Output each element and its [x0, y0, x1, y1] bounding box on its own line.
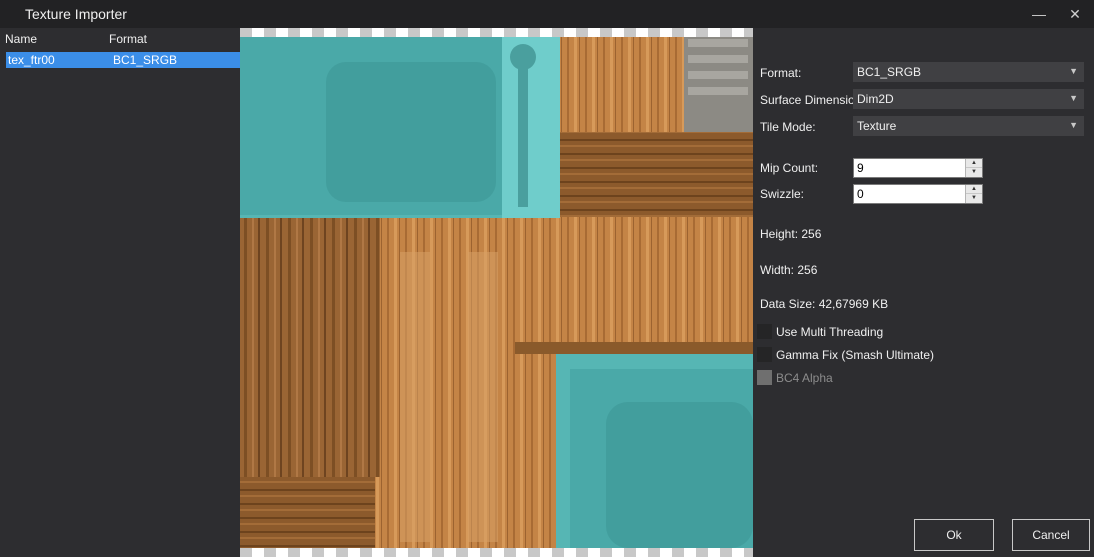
spin-down-icon[interactable]: ▼: [966, 194, 982, 203]
close-icon: ✕: [1069, 5, 1081, 22]
tile-mode-dropdown[interactable]: Texture ▼: [853, 116, 1084, 136]
swizzle-stepper[interactable]: 0 ▲ ▼: [853, 184, 983, 204]
spin-down-icon[interactable]: ▼: [966, 168, 982, 177]
mip-count-value: 9: [857, 161, 864, 175]
multi-threading-label[interactable]: Use Multi Threading: [776, 325, 883, 339]
swizzle-value: 0: [857, 187, 864, 201]
gamma-fix-checkbox[interactable]: [757, 347, 772, 362]
chevron-down-icon: ▼: [1069, 66, 1078, 76]
chevron-down-icon: ▼: [1069, 93, 1078, 103]
texture-preview: [240, 28, 753, 557]
spin-up-icon[interactable]: ▲: [966, 185, 982, 194]
mip-count-stepper[interactable]: 9 ▲ ▼: [853, 158, 983, 178]
window-title: Texture Importer: [25, 6, 127, 22]
surface-dimension-value: Dim2D: [857, 92, 894, 106]
title-bar: Texture Importer — ✕: [0, 0, 1094, 28]
minimize-button[interactable]: —: [1029, 4, 1049, 24]
bc4-alpha-label: BC4 Alpha: [776, 371, 833, 385]
checker-border-top: [240, 28, 753, 37]
ok-button[interactable]: Ok: [914, 519, 994, 551]
minimize-icon: —: [1032, 6, 1046, 22]
chevron-down-icon: ▼: [1069, 120, 1078, 130]
texture-list: Name Format tex_ftr00 BC1_SRGB: [0, 28, 240, 557]
multi-threading-checkbox[interactable]: [757, 324, 772, 339]
width-text: Width: 256: [760, 263, 818, 277]
format-value: BC1_SRGB: [857, 65, 922, 79]
height-text: Height: 256: [760, 227, 822, 241]
spin-up-icon[interactable]: ▲: [966, 159, 982, 168]
settings-panel: Format: BC1_SRGB ▼ Surface Dimension: Di…: [753, 28, 1094, 557]
tile-mode-label: Tile Mode:: [760, 120, 816, 134]
swizzle-spin-buttons: ▲ ▼: [965, 185, 982, 203]
texture-image: [240, 37, 753, 548]
list-item-format: BC1_SRGB: [113, 53, 178, 67]
mip-count-label: Mip Count:: [760, 161, 819, 175]
format-dropdown[interactable]: BC1_SRGB ▼: [853, 62, 1084, 82]
checker-border-bottom: [240, 548, 753, 557]
data-size-text: Data Size: 42,67969 KB: [760, 297, 889, 311]
tile-mode-value: Texture: [857, 119, 897, 133]
column-header-name[interactable]: Name: [5, 32, 37, 46]
surface-dimension-dropdown[interactable]: Dim2D ▼: [853, 89, 1084, 109]
mip-count-spin-buttons: ▲ ▼: [965, 159, 982, 177]
cancel-button[interactable]: Cancel: [1012, 519, 1090, 551]
swizzle-label: Swizzle:: [760, 187, 805, 201]
list-item-name: tex_ftr00: [8, 53, 55, 67]
list-item[interactable]: tex_ftr00 BC1_SRGB: [6, 52, 240, 68]
column-header-format[interactable]: Format: [109, 32, 147, 46]
surface-dimension-label: Surface Dimension:: [760, 93, 865, 107]
format-label: Format:: [760, 66, 802, 80]
gamma-fix-label[interactable]: Gamma Fix (Smash Ultimate): [776, 348, 934, 362]
close-button[interactable]: ✕: [1065, 4, 1085, 24]
bc4-alpha-checkbox: [757, 370, 772, 385]
